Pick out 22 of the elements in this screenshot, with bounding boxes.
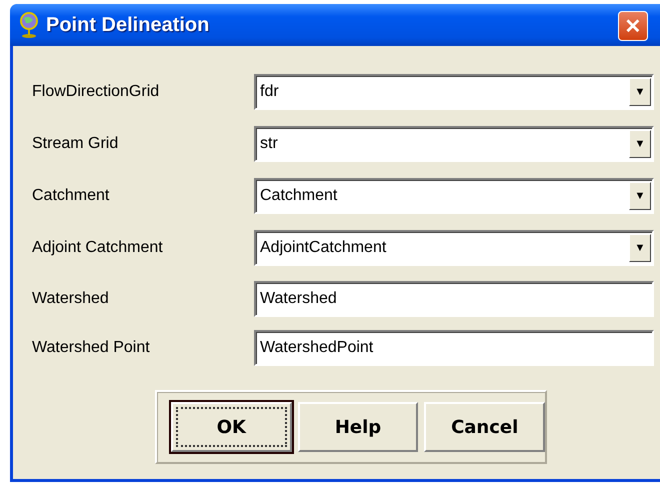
- dropdown-field[interactable]: Catchment ▼: [254, 178, 654, 214]
- dropdown-arrow-button[interactable]: ▼: [629, 234, 651, 262]
- input-field[interactable]: WatershedPoint: [254, 330, 654, 366]
- field-label: Catchment: [32, 187, 110, 205]
- dropdown-arrow-button[interactable]: ▼: [629, 182, 651, 210]
- field-label: Watershed Point: [32, 338, 151, 356]
- dropdown-arrow-button[interactable]: ▼: [629, 130, 651, 158]
- globe-icon: [18, 12, 40, 38]
- dialog-button[interactable]: OK: [171, 402, 292, 452]
- field-label: FlowDirectionGrid: [32, 83, 160, 101]
- dropdown-field[interactable]: str ▼: [254, 126, 654, 162]
- dialog-button[interactable]: Cancel: [424, 402, 546, 452]
- field-label: Watershed: [32, 290, 110, 308]
- close-button[interactable]: ✕: [618, 11, 648, 41]
- field-label: Stream Grid: [32, 135, 120, 153]
- dropdown-arrow-button[interactable]: ▼: [629, 78, 651, 106]
- window-title: Point Delineation: [46, 14, 210, 36]
- dialog-button[interactable]: Help: [298, 402, 418, 452]
- field-label: Adjoint Catchment: [32, 239, 164, 257]
- input-field[interactable]: Watershed: [254, 280, 654, 316]
- dropdown-field[interactable]: AdjointCatchment ▼: [254, 230, 654, 266]
- dropdown-field[interactable]: fdr ▼: [254, 74, 654, 110]
